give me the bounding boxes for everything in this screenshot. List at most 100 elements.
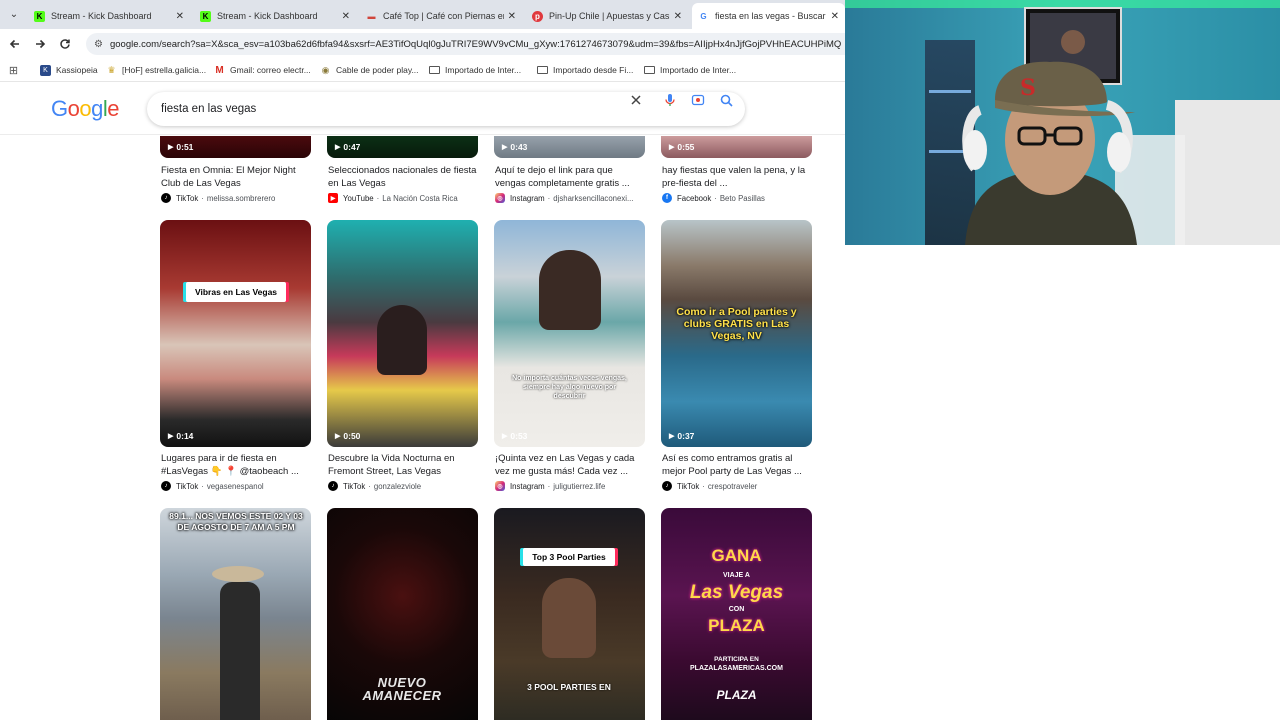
video-thumbnail[interactable]: 89.1... NOS VEMOS ESTE 02 Y 03 DE AGOSTO… [160,508,311,720]
close-icon[interactable]: ✕ [508,11,516,22]
webcam-overlay: S [845,0,1280,245]
cowboy-hat [212,566,264,582]
apps-button[interactable]: ⊞ [8,63,24,77]
reload-icon [60,39,70,49]
tab-strip: ⌄ K Stream - Kick Dashboard ✕ K Stream -… [0,0,845,29]
video-overlay-caption: Vibras en Las Vegas [186,282,286,302]
bookmark-folder-1[interactable]: Importado de Inter... [429,63,521,77]
tiktok-icon: ♪ [161,481,171,491]
tab-google-search[interactable]: G fiesta en las vegas - Buscar con ... ✕ [692,3,845,29]
promo-url-text: PLAZALASAMERICAS.COM [690,665,783,672]
folder-icon [429,65,440,76]
hof-icon: ♛ [107,64,116,75]
lens-search-button[interactable] [689,91,707,109]
instagram-icon: ◎ [495,193,505,203]
camera-lens-icon [691,94,705,106]
tab-cafe-top[interactable]: ▬ Café Top | Café con Piernas en ... ✕ [360,3,522,29]
video-thumbnail[interactable]: Top 3 Pool Parties 3 POOL PARTIES EN [494,508,645,720]
search-submit-button[interactable] [717,91,735,109]
video-title[interactable]: Fiesta en Omnia: El Mejor Night Club de … [161,165,311,190]
search-icon [720,94,733,107]
kick-icon: K [34,10,45,22]
promo-con-text: CON [728,606,745,613]
promo-plaza-text: PLAZA [708,616,765,635]
google-logo[interactable]: Google [51,96,120,122]
tab-kick-dashboard-1[interactable]: K Stream - Kick Dashboard ✕ [28,3,190,29]
video-title[interactable]: Descubre la Vida Nocturna en Fremont Str… [328,453,478,478]
site-settings-icon[interactable]: ⚙ [94,39,103,50]
video-title[interactable]: Lugares para ir de fiesta en #LasVegas 👇… [161,453,311,478]
video-thumbnail[interactable]: ▶ 0:51 [160,136,311,158]
tab-pinup[interactable]: p Pin-Up Chile | Apuestas y Casin... ✕ [526,3,688,29]
video-overlay-caption: 89.1... NOS VEMOS ESTE 02 Y 03 DE AGOSTO… [169,511,303,532]
address-bar[interactable]: ⚙ google.com/search?sa=X&sca_esv=a103ba6… [86,33,845,55]
person-figure [377,305,427,375]
tab-search-menu-icon[interactable]: ⌄ [4,5,24,23]
play-icon: ▶ [335,433,341,440]
close-icon[interactable]: ✕ [342,11,350,22]
video-thumbnail[interactable]: ▶ 0:43 [494,136,645,158]
search-query: fiesta en las vegas [161,103,257,115]
video-source: ♪ TikTok · crespotraveler [662,481,812,491]
video-overlay-caption: NUEVO AMANECER [362,675,442,703]
tiktok-icon: ♪ [161,193,171,203]
video-thumbnail[interactable]: ▶ 0:55 [661,136,812,158]
youtube-icon: ▶ [328,193,338,203]
tab-kick-dashboard-2[interactable]: K Stream - Kick Dashboard ✕ [194,3,356,29]
video-title[interactable]: Así es como entramos gratis al mejor Poo… [662,453,812,478]
video-title[interactable]: Seleccionados nacionales de fiesta en La… [328,165,478,190]
video-source: ◎ Instagram · juligutierrez.life [495,481,645,491]
video-thumbnail[interactable]: Vibras en Las Vegas ▶ 0:14 [160,220,311,447]
arrow-right-icon [36,39,46,49]
kassiopeia-icon: K [40,64,51,76]
bookmarks-bar: ⊞ K Kassiopeia ♛ [HoF] estrella.galicia.… [0,58,845,82]
webcam-image: S [845,0,1280,245]
video-overlay-subcaption: 3 POOL PARTIES EN [527,682,611,692]
svg-text:S: S [1020,75,1036,101]
forward-button[interactable] [31,35,49,53]
video-results: ▶ 0:51 Fiesta en Omnia: El Mejor Night Cl… [0,136,845,720]
person-figure [542,578,596,658]
video-title[interactable]: Aquí te dejo el link para que vengas com… [495,165,645,190]
tiktok-icon: ♪ [662,481,672,491]
bookmark-folder-2[interactable]: Importado desde Fi... [537,63,633,77]
bookmark-kassiopeia[interactable]: K Kassiopeia [40,63,98,77]
cable-icon: ◉ [321,64,330,75]
promo-plaza-logo: PLAZA [716,688,757,702]
video-title[interactable]: ¡Quinta vez en Las Vegas y cada vez me g… [495,453,645,478]
cafe-top-icon: ▬ [367,11,376,21]
blank-area [845,245,1280,720]
back-button[interactable] [6,35,24,53]
clear-search-button[interactable] [627,91,645,109]
close-icon [631,95,641,105]
screen: ⌄ K Stream - Kick Dashboard ✕ K Stream -… [0,0,1280,720]
arrow-left-icon [9,39,19,49]
voice-search-button[interactable] [661,91,679,109]
play-icon: ▶ [335,144,341,151]
video-title[interactable]: hay fiestas que valen la pena, y la pre-… [662,165,812,190]
video-thumbnail[interactable]: NUEVO AMANECER [327,508,478,720]
close-icon[interactable]: ✕ [176,11,184,22]
video-thumbnail[interactable]: ▶ 0:47 [327,136,478,158]
google-icon: G [698,10,709,22]
promo-lasvegas-text: Las Vegas [689,582,784,603]
close-icon[interactable]: ✕ [674,11,682,22]
close-icon[interactable]: ✕ [831,11,839,22]
video-thumbnail[interactable]: ▶ 0:50 [327,220,478,447]
play-icon: ▶ [168,433,174,440]
promo-viaje-text: VIAJE A [723,572,750,579]
video-thumbnail[interactable]: GANA VIAJE A Las Vegas CON PLAZA PARTICI… [661,508,812,720]
browser-toolbar: ⚙ google.com/search?sa=X&sca_esv=a103ba6… [0,29,845,58]
bookmark-hof[interactable]: ♛ [HoF] estrella.galicia... [106,63,206,77]
bookmark-cable[interactable]: ◉ Cable de poder play... [320,63,419,77]
video-thumbnail[interactable]: Como ir a Pool parties y clubs GRATIS en… [661,220,812,447]
play-icon: ▶ [669,433,675,440]
bookmark-folder-3[interactable]: Importado de Inter... [644,63,736,77]
video-source: ◎ Instagram · djsharksencillaconexi... [495,193,645,203]
video-thumbnail[interactable]: No importa cuántas veces vengas, siempre… [494,220,645,447]
reload-button[interactable] [56,35,74,53]
kick-icon: K [200,10,211,22]
search-input[interactable]: fiesta en las vegas [147,92,745,126]
facebook-icon: f [662,193,672,203]
bookmark-gmail[interactable]: M Gmail: correo electr... [214,63,310,77]
